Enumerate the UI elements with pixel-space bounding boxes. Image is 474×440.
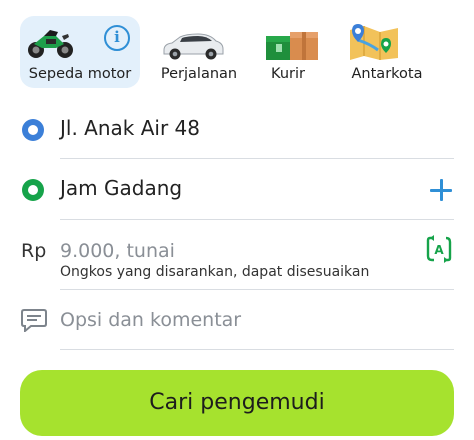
- fare-input[interactable]: 9.000, tunai: [60, 240, 175, 262]
- info-icon[interactable]: i: [104, 25, 130, 51]
- car-icon: [163, 33, 224, 60]
- destination-marker-icon: [22, 179, 44, 201]
- svg-text:A: A: [434, 243, 444, 257]
- add-stop-icon[interactable]: [430, 179, 452, 201]
- pickup-address: Jl. Anak Air 48: [60, 116, 200, 140]
- options-field[interactable]: Opsi dan komentar: [0, 290, 474, 350]
- service-label: Kurir: [271, 66, 305, 82]
- parcel-icon: [266, 32, 318, 60]
- service-tab-intercity[interactable]: Antarkota: [340, 16, 434, 88]
- pickup-field[interactable]: Jl. Anak Air 48: [0, 100, 474, 160]
- service-selector: i Sepeda motor Perjalanan Kurir Antarkot…: [0, 0, 474, 96]
- comment-icon: [21, 309, 47, 332]
- service-tab-motorcycle[interactable]: i Sepeda motor: [20, 16, 140, 88]
- motorcycle-icon: [28, 30, 73, 58]
- service-label: Antarkota: [351, 66, 423, 82]
- map-icon: [350, 24, 398, 60]
- service-label: Sepeda motor: [28, 66, 132, 82]
- auto-accept-icon[interactable]: A: [426, 234, 452, 264]
- pickup-marker-icon: [22, 119, 44, 141]
- service-label: Perjalanan: [160, 66, 238, 82]
- divider: [60, 158, 454, 159]
- destination-field[interactable]: Jam Gadang: [0, 160, 474, 220]
- options-input[interactable]: Opsi dan komentar: [60, 309, 241, 331]
- service-tab-courier[interactable]: Kurir: [252, 16, 324, 88]
- fare-field[interactable]: Rp 9.000, tunai Ongkos yang disarankan, …: [0, 220, 474, 290]
- service-tab-ride[interactable]: Perjalanan: [152, 16, 246, 88]
- fare-hint: Ongkos yang disarankan, dapat disesuaika…: [60, 264, 370, 280]
- destination-address: Jam Gadang: [60, 176, 183, 200]
- currency-label: Rp: [21, 240, 47, 262]
- divider: [60, 349, 454, 350]
- find-driver-button[interactable]: Cari pengemudi: [20, 370, 454, 436]
